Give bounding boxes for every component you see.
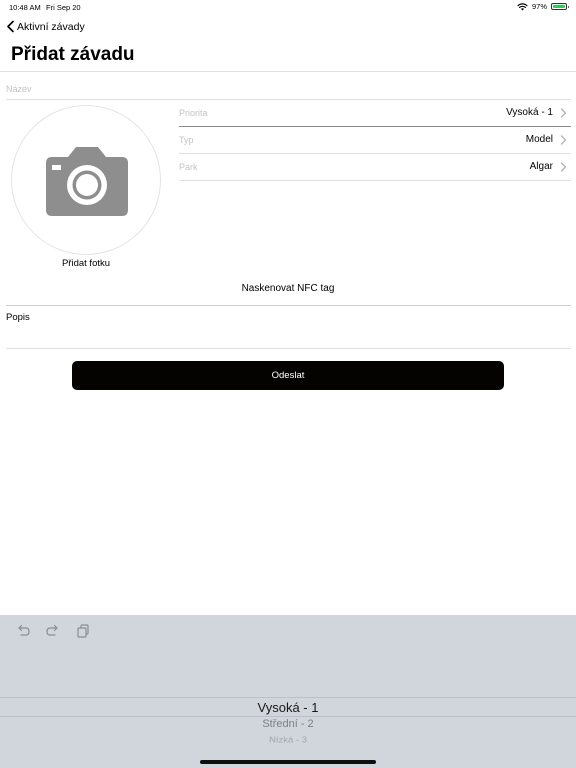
page-title: Přidat závadu <box>11 44 135 65</box>
divider <box>0 71 576 72</box>
undo-icon <box>18 624 30 636</box>
name-input[interactable] <box>6 80 566 98</box>
battery-fill <box>553 5 565 8</box>
divider <box>6 305 571 306</box>
submit-button[interactable]: Odeslat <box>72 361 504 390</box>
back-button[interactable]: Aktivní závady <box>6 20 85 33</box>
divider <box>6 348 571 349</box>
camera-icon <box>46 147 128 216</box>
chevron-right-icon <box>560 108 567 118</box>
field-label: Priorita <box>179 108 208 118</box>
status-date: Fri Sep 20 <box>46 3 81 12</box>
add-photo-label: Přidat fotku <box>61 258 111 269</box>
redo-button[interactable] <box>45 623 61 639</box>
wifi-icon <box>517 2 528 11</box>
status-time: 10:48 AM <box>9 3 41 12</box>
divider <box>179 180 571 181</box>
chevron-left-icon <box>7 20 14 33</box>
paste-icon <box>77 624 89 638</box>
field-value: Algar <box>529 161 553 172</box>
description-label: Popis <box>6 312 30 323</box>
home-indicator <box>200 760 376 764</box>
picker-option[interactable]: Střední - 2 <box>0 718 576 730</box>
battery-percent: 97% <box>531 2 547 11</box>
redo-icon <box>46 624 58 636</box>
undo-button[interactable] <box>15 623 31 639</box>
field-value: Model <box>525 134 553 145</box>
field-label: Park <box>179 162 198 172</box>
scan-nfc-button[interactable]: Naskenovat NFC tag <box>0 283 576 294</box>
input-panel: Vysoká - 1 Střední - 2 Nízká - 3 <box>0 615 576 768</box>
paste-button[interactable] <box>75 623 91 639</box>
status-bar: 10:48 AM Fri Sep 20 97% <box>0 0 576 14</box>
field-row-park[interactable]: Park Algar <box>179 154 571 180</box>
chevron-right-icon <box>560 162 567 172</box>
chevron-right-icon <box>560 135 567 145</box>
battery-icon <box>551 3 569 10</box>
field-row-type[interactable]: Typ Model <box>179 127 571 153</box>
field-value: Vysoká - 1 <box>506 107 553 118</box>
status-indicators: 97% <box>517 2 569 11</box>
picker-option-selected[interactable]: Vysoká - 1 <box>0 700 576 715</box>
back-label: Aktivní závady <box>17 20 85 33</box>
field-label: Typ <box>179 135 194 145</box>
description-input[interactable] <box>6 325 566 347</box>
field-row-priority[interactable]: Priorita Vysoká - 1 <box>179 100 571 126</box>
picker-option[interactable]: Nízká - 3 <box>0 736 576 745</box>
